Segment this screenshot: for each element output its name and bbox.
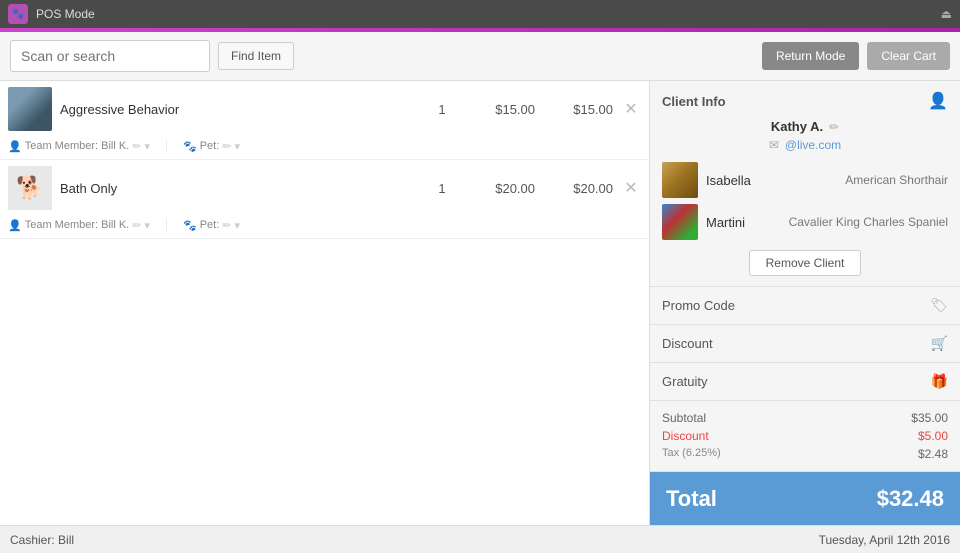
tax-value: $2.48 bbox=[918, 447, 948, 461]
team-member-label: Team Member: Bill K. bbox=[25, 219, 130, 231]
item-price: $15.00 bbox=[465, 102, 535, 117]
gratuity-icon: 🎁 bbox=[931, 373, 948, 390]
find-item-button[interactable]: Find Item bbox=[218, 42, 294, 70]
subtotal-label: Subtotal bbox=[662, 411, 706, 425]
gratuity-title: Gratuity bbox=[662, 374, 708, 389]
cart-item: Aggressive Behavior 1 $15.00 $15.00 ✕ 👤 … bbox=[0, 81, 649, 160]
gratuity-section[interactable]: Gratuity 🎁 bbox=[650, 363, 960, 401]
right-panel: Client Info 👤 Kathy A. ✏ ✉ @live.com Isa… bbox=[650, 81, 960, 525]
cart-panel: Aggressive Behavior 1 $15.00 $15.00 ✕ 👤 … bbox=[0, 81, 650, 525]
team-member-label: Team Member: Bill K. bbox=[25, 140, 130, 152]
client-person-icon: 👤 bbox=[928, 91, 948, 111]
client-info-section: Client Info 👤 Kathy A. ✏ ✉ @live.com Isa… bbox=[650, 81, 960, 287]
edit-team-icon[interactable]: ✏ bbox=[132, 219, 141, 232]
email-icon: ✉ bbox=[769, 138, 779, 152]
edit-client-button[interactable]: ✏ bbox=[829, 120, 839, 134]
promo-code-section[interactable]: Promo Code 🏷 bbox=[650, 287, 960, 325]
discount-row-label: Discount bbox=[662, 429, 709, 443]
totals-section: Subtotal $35.00 Discount $5.00 Tax (6.25… bbox=[650, 401, 960, 472]
return-mode-button[interactable]: Return Mode bbox=[762, 42, 859, 70]
team-member-meta: 👤 Team Member: Bill K. ✏ ▾ bbox=[8, 140, 150, 153]
item-name: Bath Only bbox=[60, 181, 419, 196]
exit-icon[interactable]: ⏏ bbox=[941, 7, 952, 21]
status-bar: Cashier: Bill Tuesday, April 12th 2016 bbox=[0, 525, 960, 553]
main-area: Aggressive Behavior 1 $15.00 $15.00 ✕ 👤 … bbox=[0, 81, 960, 525]
pet-breed: American Shorthair bbox=[845, 173, 948, 187]
pet-name: Martini bbox=[706, 215, 781, 230]
remove-client-button[interactable]: Remove Client bbox=[749, 250, 862, 276]
item-name: Aggressive Behavior bbox=[60, 102, 419, 117]
arrow-team-icon[interactable]: ▾ bbox=[144, 219, 150, 232]
client-email[interactable]: @live.com bbox=[785, 138, 841, 152]
discount-row-value: $5.00 bbox=[918, 429, 948, 443]
promo-icon: 🏷 bbox=[930, 297, 948, 314]
pet-meta: 🐾 Pet: ✏ ▾ bbox=[183, 219, 240, 232]
total-value: $32.48 bbox=[877, 486, 944, 512]
pet-label: Pet: bbox=[200, 219, 220, 231]
edit-pet-icon[interactable]: ✏ bbox=[222, 219, 231, 232]
date-label: Tuesday, April 12th 2016 bbox=[819, 533, 950, 547]
pet-row: Martini Cavalier King Charles Spaniel bbox=[662, 204, 948, 240]
total-label: Total bbox=[666, 486, 717, 512]
item-qty: 1 bbox=[427, 181, 457, 196]
pet-breed: Cavalier King Charles Spaniel bbox=[789, 215, 948, 229]
discount-row: Discount $5.00 bbox=[662, 427, 948, 445]
pet-meta: 🐾 Pet: ✏ ▾ bbox=[183, 140, 240, 153]
toolbar: Find Item Return Mode Clear Cart bbox=[0, 32, 960, 81]
edit-team-icon[interactable]: ✏ bbox=[132, 140, 141, 153]
team-member-meta: 👤 Team Member: Bill K. ✏ ▾ bbox=[8, 219, 150, 232]
divider bbox=[166, 139, 167, 153]
item-image bbox=[8, 87, 52, 131]
total-bar: Total $32.48 bbox=[650, 472, 960, 525]
item-image: 🐕 bbox=[8, 166, 52, 210]
pos-mode-label: POS Mode bbox=[36, 7, 95, 21]
item-qty: 1 bbox=[427, 102, 457, 117]
subtotal-row: Subtotal $35.00 bbox=[662, 409, 948, 427]
item-price: $20.00 bbox=[465, 181, 535, 196]
arrow-pet-icon[interactable]: ▾ bbox=[234, 219, 240, 232]
client-name: Kathy A. bbox=[771, 119, 823, 134]
promo-code-title: Promo Code bbox=[662, 298, 735, 313]
pet-image bbox=[662, 204, 698, 240]
divider bbox=[166, 218, 167, 232]
discount-section[interactable]: Discount 🛒 bbox=[650, 325, 960, 363]
tax-label: Tax (6.25%) bbox=[662, 447, 721, 461]
discount-icon: 🛒 bbox=[931, 335, 948, 352]
app-icon: 🐾 bbox=[8, 4, 28, 24]
edit-pet-icon[interactable]: ✏ bbox=[222, 140, 231, 153]
top-bar: 🐾 POS Mode ⏏ bbox=[0, 0, 960, 28]
tax-row: Tax (6.25%) $2.48 bbox=[662, 445, 948, 463]
person-icon: 👤 bbox=[8, 140, 22, 153]
pet-row: Isabella American Shorthair bbox=[662, 162, 948, 198]
cashier-label: Cashier: Bill bbox=[10, 533, 74, 547]
pet-image bbox=[662, 162, 698, 198]
remove-item-button[interactable]: ✕ bbox=[621, 99, 641, 119]
remove-item-button[interactable]: ✕ bbox=[621, 178, 641, 198]
cart-item: 🐕 Bath Only 1 $20.00 $20.00 ✕ 👤 Team Mem… bbox=[0, 160, 649, 239]
item-total: $15.00 bbox=[543, 102, 613, 117]
person-icon: 👤 bbox=[8, 219, 22, 232]
paw-icon: 🐾 bbox=[183, 140, 197, 153]
item-total: $20.00 bbox=[543, 181, 613, 196]
arrow-team-icon[interactable]: ▾ bbox=[144, 140, 150, 153]
subtotal-value: $35.00 bbox=[911, 411, 948, 425]
pet-label: Pet: bbox=[200, 140, 220, 152]
search-input[interactable] bbox=[10, 40, 210, 72]
arrow-pet-icon[interactable]: ▾ bbox=[234, 140, 240, 153]
discount-title: Discount bbox=[662, 336, 713, 351]
pet-name: Isabella bbox=[706, 173, 837, 188]
paw-icon: 🐾 bbox=[183, 219, 197, 232]
client-info-title: Client Info bbox=[662, 94, 726, 109]
pets-list: Isabella American Shorthair Martini Cava… bbox=[662, 162, 948, 240]
clear-cart-button[interactable]: Clear Cart bbox=[867, 42, 950, 70]
